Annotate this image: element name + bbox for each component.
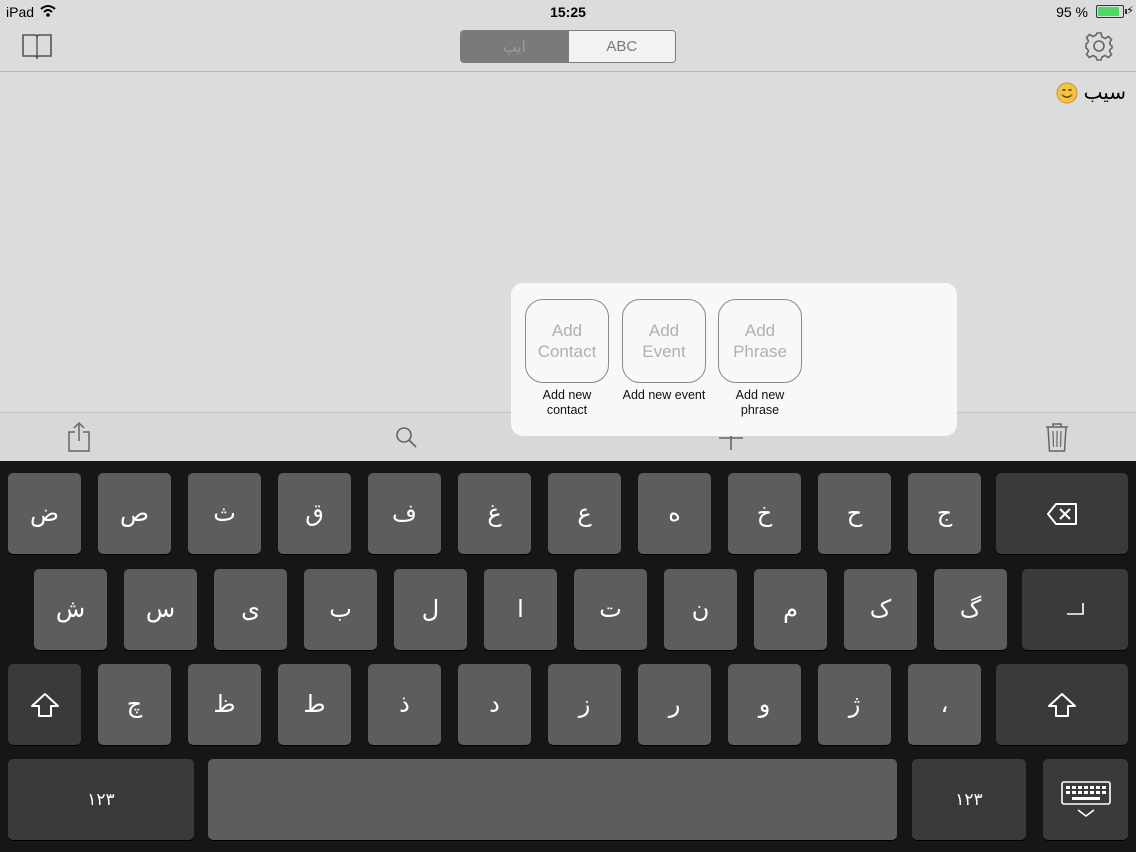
numbers-key-right[interactable]: ۱۲۳ — [912, 759, 1026, 840]
key[interactable]: غ — [458, 473, 531, 554]
document-text: سیب — [1083, 82, 1126, 104]
battery-icon — [1096, 5, 1127, 18]
key[interactable]: ل — [394, 569, 467, 650]
document-line: سیب — [1056, 80, 1126, 105]
key[interactable]: ط — [278, 664, 351, 745]
key[interactable]: ج — [908, 473, 981, 554]
add-contact-caption: Add new contact — [542, 388, 592, 417]
key[interactable]: ه — [638, 473, 711, 554]
shift-icon — [30, 692, 59, 717]
shift-icon — [1048, 692, 1076, 717]
key[interactable]: ح — [818, 473, 891, 554]
add-event-item: Add Event Add new event — [615, 299, 713, 403]
charging-icon: ⚡ — [1126, 5, 1134, 17]
status-bar: iPad 15:25 95 % ⚡ — [0, 0, 1136, 24]
key[interactable]: ن — [664, 569, 737, 650]
key[interactable]: و — [728, 664, 801, 745]
key[interactable]: ض — [8, 473, 81, 554]
key[interactable]: ژ — [818, 664, 891, 745]
key[interactable]: ق — [278, 473, 351, 554]
book-icon[interactable] — [20, 32, 54, 60]
key[interactable]: س — [124, 569, 197, 650]
key[interactable]: ف — [368, 473, 441, 554]
space-bar[interactable] — [208, 759, 897, 840]
add-contact-button[interactable]: Add Contact — [525, 299, 609, 383]
shift-key-left[interactable] — [8, 664, 81, 745]
key[interactable]: ش — [34, 569, 107, 650]
key[interactable]: ظ — [188, 664, 261, 745]
clock: 15:25 — [550, 4, 586, 20]
add-phrase-item: Add Phrase Add new phrase — [711, 299, 809, 418]
trash-icon[interactable] — [1044, 421, 1070, 453]
add-contact-item: Add Contact Add new contact — [518, 299, 616, 418]
return-key[interactable] — [1022, 569, 1128, 650]
key[interactable]: خ — [728, 473, 801, 554]
add-event-caption: Add new event — [622, 388, 706, 402]
keyboard-dismiss-icon — [1060, 780, 1111, 817]
key[interactable]: ا — [484, 569, 557, 650]
key[interactable]: ر — [638, 664, 711, 745]
add-phrase-caption: Add new phrase — [735, 388, 785, 417]
add-event-button[interactable]: Add Event — [622, 299, 706, 383]
nav-bar: ایپ ABC — [0, 24, 1136, 72]
add-popover: Add Contact Add new contact Add Event Ad… — [511, 283, 957, 436]
key[interactable]: د — [458, 664, 531, 745]
key[interactable]: گ — [934, 569, 1007, 650]
key[interactable]: ب — [304, 569, 377, 650]
smiling-face-icon — [1056, 82, 1078, 103]
battery-percent: 95 % — [1056, 4, 1088, 20]
share-icon[interactable] — [66, 421, 92, 453]
key[interactable]: ک — [844, 569, 917, 650]
backspace-icon — [1047, 502, 1077, 525]
key[interactable]: ع — [548, 473, 621, 554]
key[interactable]: ، — [908, 664, 981, 745]
delete-key[interactable] — [996, 473, 1128, 554]
segment-abc[interactable]: ABC — [567, 31, 675, 62]
shift-key-right[interactable] — [996, 664, 1128, 745]
key[interactable]: ی — [214, 569, 287, 650]
numbers-key-left[interactable]: ۱۲۳ — [8, 759, 194, 840]
search-icon[interactable] — [394, 425, 418, 449]
key[interactable]: ز — [548, 664, 621, 745]
hide-keyboard-key[interactable] — [1043, 759, 1128, 840]
key[interactable]: م — [754, 569, 827, 650]
key[interactable]: چ — [98, 664, 171, 745]
return-icon — [1067, 602, 1084, 615]
key[interactable]: ذ — [368, 664, 441, 745]
segment-persian[interactable]: ایپ — [461, 31, 568, 62]
gear-icon[interactable] — [1083, 30, 1115, 62]
key[interactable]: ت — [574, 569, 647, 650]
add-phrase-button[interactable]: Add Phrase — [718, 299, 802, 383]
key[interactable]: ث — [188, 473, 261, 554]
keyboard-language-segmented-control: ایپ ABC — [460, 30, 676, 63]
persian-keyboard: ض ص ث ق ف غ ع ه خ ح ج ش س ی ب ل ا ت ن م … — [0, 461, 1136, 852]
key[interactable]: ص — [98, 473, 171, 554]
